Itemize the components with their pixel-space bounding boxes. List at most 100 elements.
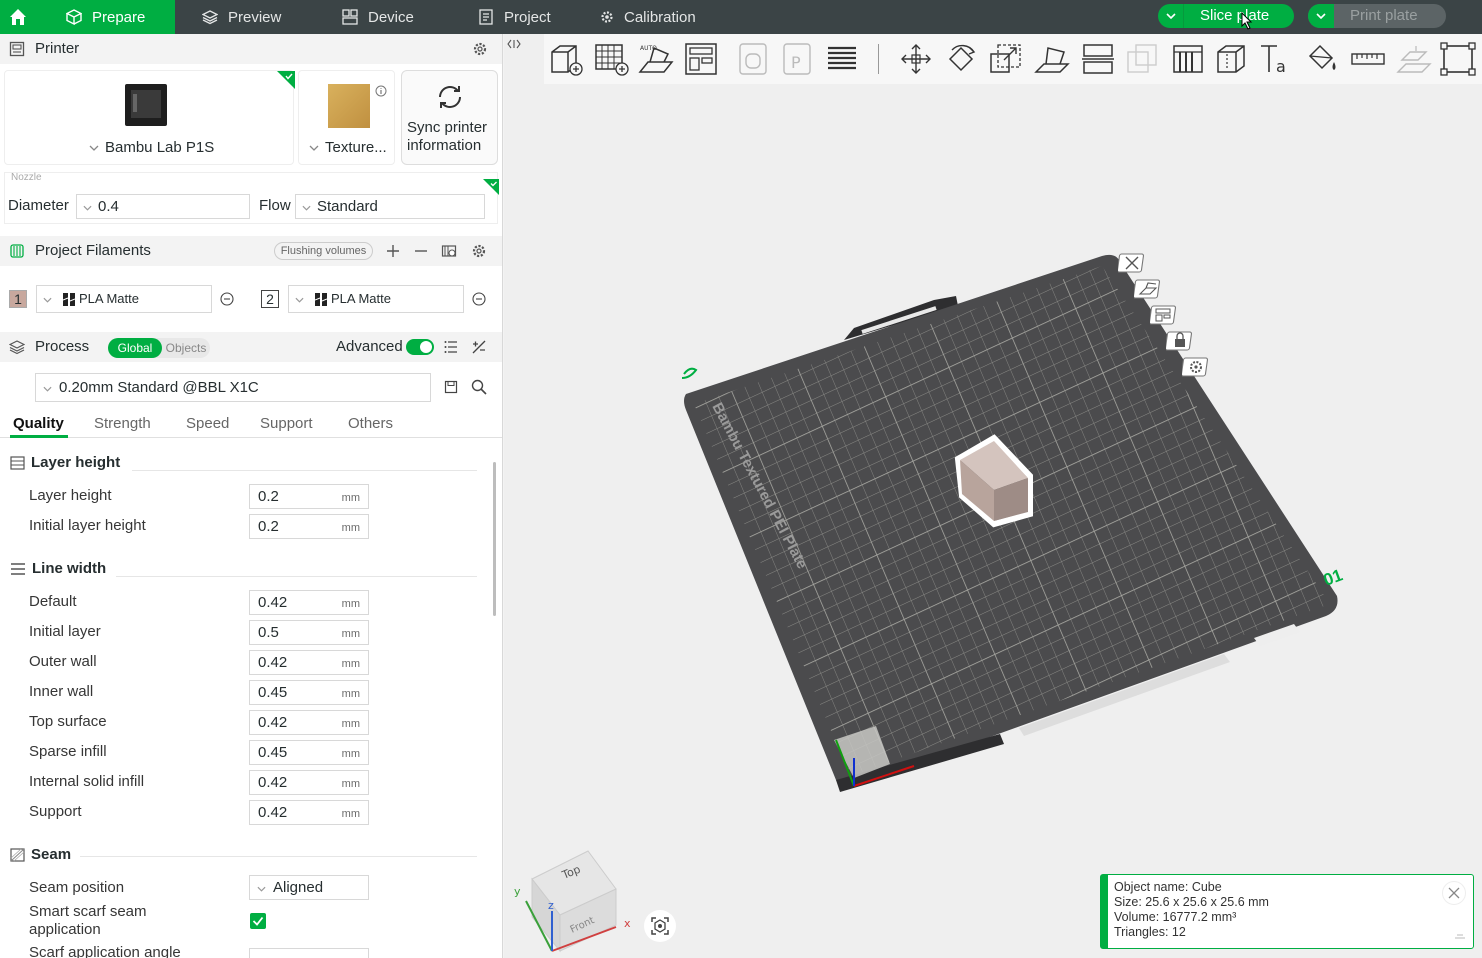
filament-1-select[interactable]: PLA Matte [36,285,212,313]
unit-label: mm [341,598,360,610]
more-options-icon[interactable] [220,292,234,306]
tab-others[interactable]: Others [348,415,393,432]
filament-slot-2-index[interactable]: 2 [261,290,279,308]
initial-layer-height-input[interactable]: 0.2 mm [249,514,369,539]
tab-preview-label: Preview [228,8,282,26]
plate-settings-button[interactable] [1180,356,1210,378]
object-size-line: Size: 25.6 x 25.6 x 25.6 mm [1114,895,1269,909]
printer-section-header: Printer [0,34,502,64]
global-toggle-option[interactable]: Global [108,338,162,358]
filament-spool-icon [10,244,24,258]
seam-icon [10,847,25,862]
compare-presets-icon[interactable] [471,339,487,355]
checkmark-icon [252,916,264,926]
advanced-toggle-switch[interactable] [406,339,434,355]
chevron-down-icon [1165,13,1176,19]
line-width-default-input[interactable]: 0.42 mm [249,590,369,615]
plate-gear-icon [1180,357,1209,377]
line-width-initial-layer-input[interactable]: 0.5 mm [249,620,369,645]
flushing-volumes-button[interactable]: Flushing volumes [274,242,373,260]
slice-plate-button[interactable]: Slice plate [1200,7,1269,24]
unit-label: mm [341,748,360,760]
arrange-plate-button[interactable] [1148,304,1178,326]
filament-2-name: PLA Matte [331,291,391,306]
flow-select[interactable]: Standard [295,194,485,219]
sync-ams-icon[interactable] [441,243,457,259]
filament-settings-gear-icon[interactable] [471,243,487,259]
chevron-down-icon [43,297,52,303]
save-preset-icon[interactable] [444,380,458,394]
tab-prepare[interactable]: Prepare [36,0,175,34]
orient-plate-button[interactable] [1132,278,1162,300]
search-icon[interactable] [471,379,487,395]
tab-strength[interactable]: Strength [94,415,151,432]
bambu-logo-icon [315,293,327,306]
camera-reset-button[interactable] [644,910,676,942]
sync-printer-info-button[interactable]: Sync printer information [401,70,498,165]
settings-sidebar: Printer Bambu Lab P1S Texture... Sync pr… [0,34,503,958]
selected-corner-icon [277,71,295,89]
tab-calibration[interactable]: Calibration [600,0,696,34]
tab-device[interactable]: Device [342,0,414,34]
tab-project[interactable]: Project [478,0,551,34]
line-width-default-value: 0.42 [258,594,288,611]
line-width-top-surface-input[interactable]: 0.42 mm [249,710,369,735]
line-width-sparse-infill-label: Sparse infill [29,743,107,760]
scarf-angle-input[interactable] [249,948,369,958]
tab-support[interactable]: Support [260,415,313,432]
global-objects-toggle[interactable]: Global Objects [108,338,210,358]
filament-2-select[interactable]: PLA Matte [288,285,464,313]
initial-layer-height-label: Initial layer height [29,517,146,534]
line-width-group-label: Line width [32,560,107,577]
printer-selector-card[interactable]: Bambu Lab P1S [4,70,295,165]
print-options-dropdown[interactable] [1308,4,1334,28]
layer-height-input[interactable]: 0.2 mm [249,484,369,509]
line-width-default-label: Default [29,593,77,610]
close-info-button[interactable] [1442,881,1466,905]
tab-preview[interactable]: Preview [202,0,281,34]
chevron-down-icon [309,145,319,151]
line-width-inner-wall-input[interactable]: 0.45 mm [249,680,369,705]
unit-label: mm [341,628,360,640]
3d-viewport[interactable]: AUTO P a Bambu Textured PEI Plate 01 Top… [504,34,1482,958]
smart-scarf-checkbox[interactable] [250,913,266,929]
view-orientation-cube[interactable]: Top Front x y z [512,839,642,958]
info-icon[interactable] [375,85,387,97]
seam-position-select[interactable]: Aligned [249,875,369,900]
tab-quality[interactable]: Quality [13,415,64,432]
axis-y-label: y [514,885,521,898]
filament-slot-1-index[interactable]: 1 [9,290,27,308]
line-width-internal-solid-infill-input[interactable]: 0.42 mm [249,770,369,795]
divider [132,470,477,471]
printer-settings-gear-icon[interactable] [472,41,488,57]
line-width-initial-layer-label: Initial layer [29,623,101,640]
home-button[interactable] [0,0,36,34]
lock-plate-button[interactable] [1164,330,1194,352]
process-preset-select[interactable]: 0.20mm Standard @BBL X1C [35,373,431,402]
printer-section-title: Printer [35,40,80,57]
tab-speed[interactable]: Speed [186,415,229,432]
line-width-support-input[interactable]: 0.42 mm [249,800,369,825]
tab-prepare-label: Prepare [92,8,146,26]
remove-icon[interactable] [414,244,428,258]
axis-z-label: z [548,899,554,912]
layer-height-group-label: Layer height [31,454,121,471]
line-width-top-surface-label: Top surface [29,713,107,730]
printer-name: Bambu Lab P1S [105,139,215,156]
print-plate-button[interactable]: Print plate [1350,7,1418,24]
delete-plate-button[interactable] [1116,252,1146,274]
slice-plate-button-group: Slice plate [1158,4,1294,28]
layer-height-group-title: Layer height [10,454,120,471]
settings-scrollbar[interactable] [493,462,496,616]
objects-toggle-option[interactable]: Objects [162,338,210,358]
slice-options-dropdown[interactable] [1158,4,1184,28]
filament-1-name: PLA Matte [79,291,139,306]
plate-type-name: Texture... [325,139,387,156]
list-icon[interactable] [444,340,458,354]
more-options-icon[interactable] [472,292,486,306]
diameter-select[interactable]: 0.4 [76,194,250,219]
plate-type-selector[interactable]: Texture... [298,70,395,165]
line-width-sparse-infill-input[interactable]: 0.45 mm [249,740,369,765]
line-width-outer-wall-input[interactable]: 0.42 mm [249,650,369,675]
add-icon[interactable] [386,244,400,258]
